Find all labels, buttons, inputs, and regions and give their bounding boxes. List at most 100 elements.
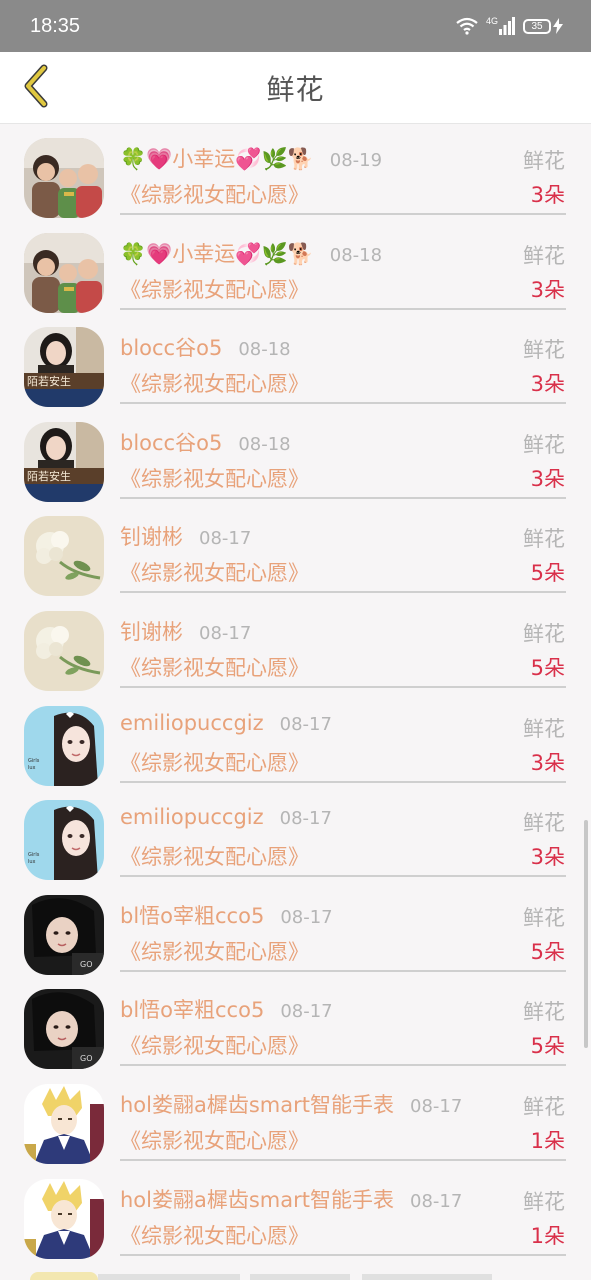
gift-count: 5朵	[530, 939, 565, 964]
user-name[interactable]: bl悟o宰粗cco5	[120, 900, 264, 930]
status-icons: 4G 35	[456, 17, 563, 35]
avatar[interactable]	[24, 232, 104, 313]
gift-type: 鲜花	[523, 1000, 565, 1025]
book-title[interactable]: 《综影视女配心愿》	[120, 274, 309, 304]
avatar[interactable]	[24, 1178, 104, 1259]
divider	[120, 685, 566, 688]
name-line: 钊谢彬 08-17	[120, 616, 451, 646]
page-title: 鲜花	[266, 72, 325, 106]
gift-type: 鲜花	[523, 149, 565, 173]
list-item[interactable]: GO bl悟o宰粗cco5 08-17 鲜花 《综影视女配心愿》 5朵	[0, 976, 591, 1071]
book-title[interactable]: 《综影视女配心愿》	[120, 652, 309, 682]
gift-date: 08-18	[238, 433, 291, 455]
user-name[interactable]: 🍀💗小幸运💞🌿🐕	[120, 238, 314, 268]
user-name[interactable]: blocc谷o5	[120, 332, 222, 362]
divider	[120, 213, 566, 215]
list-item[interactable]: hol娄翮a樨齿smart智能手表 08-17 鲜花 《综影视女配心愿》 1朵	[0, 1166, 591, 1261]
divider	[120, 591, 566, 594]
user-name[interactable]: 钊谢彬	[120, 521, 183, 551]
list-item[interactable]: GO bl悟o宰粗cco5 08-17 鲜花 《综影视女配心愿》 5朵	[0, 882, 591, 977]
avatar[interactable]: 陌若安生	[24, 421, 104, 502]
avatar[interactable]	[24, 138, 104, 218]
avatar[interactable]: GO	[24, 989, 104, 1070]
book-title[interactable]: 《综影视女配心愿》	[120, 841, 309, 871]
gift-type: 鲜花	[523, 1189, 565, 1214]
user-name[interactable]: hol娄翮a樨齿smart智能手表	[120, 1184, 394, 1214]
signal-icon: 4G	[486, 17, 515, 35]
gift-type: 鲜花	[523, 432, 565, 457]
svg-text:陌若安生: 陌若安生	[27, 469, 71, 483]
user-name[interactable]: bl悟o宰粗cco5	[120, 994, 264, 1024]
list-item[interactable]: Girls lux emiliopuccgiz 08-17 鲜花 《综影视女配心愿》 3朵	[0, 787, 591, 882]
name-line: blocc谷o5 08-18	[120, 332, 451, 362]
avatar[interactable]	[24, 610, 104, 691]
avatar[interactable]: Girls lux	[24, 800, 104, 881]
gift-type: 鲜花	[523, 1094, 565, 1119]
chevron-left-icon	[22, 64, 50, 112]
divider	[120, 496, 566, 499]
list-item[interactable]: 钊谢彬 08-17 鲜花《综影视女配心愿》 5朵	[0, 503, 591, 598]
gift-type: 鲜花	[523, 716, 565, 741]
avatar[interactable]: Girls lux	[24, 705, 104, 786]
name-line: bl悟o宰粗cco5 08-17	[120, 994, 451, 1024]
list-item[interactable]: 🍀💗小幸运💞🌿🐕 08-18 鲜花 《综影视女配心愿》 3朵	[0, 220, 591, 315]
user-name[interactable]: 🍀💗小幸运💞🌿🐕	[120, 143, 314, 173]
avatar	[30, 1272, 98, 1280]
avatar[interactable]	[24, 1083, 104, 1164]
name-line: emiliopuccgiz 08-17	[120, 711, 451, 735]
svg-text:lux: lux	[28, 765, 36, 771]
list-item[interactable]: hol娄翮a樨齿smart智能手表 08-17 鲜花《综影视女配心愿》 1朵	[0, 1071, 591, 1166]
list-item[interactable]: Girls lux emiliopuccgiz 08-17 鲜花 《综影视女配心愿》 3朵	[0, 693, 591, 788]
wifi-icon	[456, 17, 478, 35]
book-title[interactable]: 《综影视女配心愿》	[120, 936, 309, 966]
book-title[interactable]: 《综影视女配心愿》	[120, 368, 309, 398]
divider	[120, 1064, 566, 1067]
avatar[interactable]	[24, 516, 104, 597]
list-item[interactable]: 陌若安生 blocc谷o5 08-18 鲜花 《综影视女配心愿》 3朵	[0, 409, 591, 504]
user-name[interactable]: emiliopuccgiz	[120, 711, 264, 735]
user-name[interactable]: 钊谢彬	[120, 616, 183, 646]
gift-date: 08-19	[329, 150, 383, 171]
avatar[interactable]: 陌若安生	[24, 327, 104, 408]
book-title[interactable]: 《综影视女配心愿》	[120, 557, 309, 587]
list-item[interactable]: 🍀💗小幸运💞🌿🐕 08-19 鲜花《综影视女配心愿》 3朵	[0, 125, 591, 220]
gift-date: 08-17	[199, 622, 252, 644]
book-title[interactable]: 《综影视女配心愿》	[120, 1220, 309, 1250]
list-item[interactable]: 钊谢彬 08-17 鲜花 《综影视女配心愿》 5朵	[0, 598, 591, 693]
book-title[interactable]: 《综影视女配心愿》	[120, 1030, 309, 1060]
avatar[interactable]: GO	[24, 894, 104, 975]
battery-level: 35	[523, 18, 551, 34]
gift-count: 1朵	[530, 1128, 565, 1153]
gift-count: 3朵	[530, 183, 565, 207]
gift-type: 鲜花	[523, 243, 565, 268]
list-item[interactable]: 陌若安生 blocc谷o5 08-18 鲜花 《综影视女配心愿》 3朵	[0, 314, 591, 409]
user-name[interactable]: emiliopuccgiz	[120, 805, 264, 829]
gift-date: 08-17	[410, 1190, 463, 1212]
book-title[interactable]: 《综影视女配心愿》	[120, 1125, 309, 1155]
name-line: hol娄翮a樨齿smart智能手表 08-17	[120, 1184, 462, 1214]
battery-icon: 35	[523, 18, 563, 34]
user-name[interactable]: hol娄翮a樨齿smart智能手表	[120, 1089, 394, 1119]
placeholder-bar	[362, 1274, 492, 1280]
book-title[interactable]: 《综影视女配心愿》	[120, 179, 309, 209]
gift-count: 5朵	[530, 655, 565, 680]
svg-text:lux: lux	[28, 859, 36, 865]
network-type: 4G	[485, 16, 498, 26]
name-line: hol娄翮a樨齿smart智能手表 08-17	[120, 1089, 462, 1119]
scrollbar[interactable]	[584, 820, 588, 1048]
gift-type: 鲜花	[523, 527, 565, 552]
gift-date: 08-17	[280, 1001, 333, 1023]
book-title[interactable]: 《综影视女配心愿》	[120, 463, 309, 493]
gift-count: 3朵	[530, 277, 565, 302]
back-button[interactable]	[12, 64, 60, 112]
svg-text:GO: GO	[80, 1054, 93, 1063]
gift-date: 08-17	[280, 906, 333, 928]
svg-text:Girls: Girls	[28, 852, 40, 858]
user-name[interactable]: blocc谷o5	[120, 427, 222, 457]
book-title[interactable]: 《综影视女配心愿》	[120, 747, 309, 777]
gift-count: 5朵	[530, 561, 565, 586]
svg-text:Girls: Girls	[28, 758, 40, 764]
name-line: 钊谢彬 08-17	[120, 521, 451, 551]
flower-gift-list[interactable]: 🍀💗小幸运💞🌿🐕 08-19 鲜花 《综影视女配心愿》 3朵 🍀💗小幸运💞🌿🐕 08-18 鲜…	[0, 125, 591, 1280]
status-time: 18:35	[30, 14, 81, 37]
